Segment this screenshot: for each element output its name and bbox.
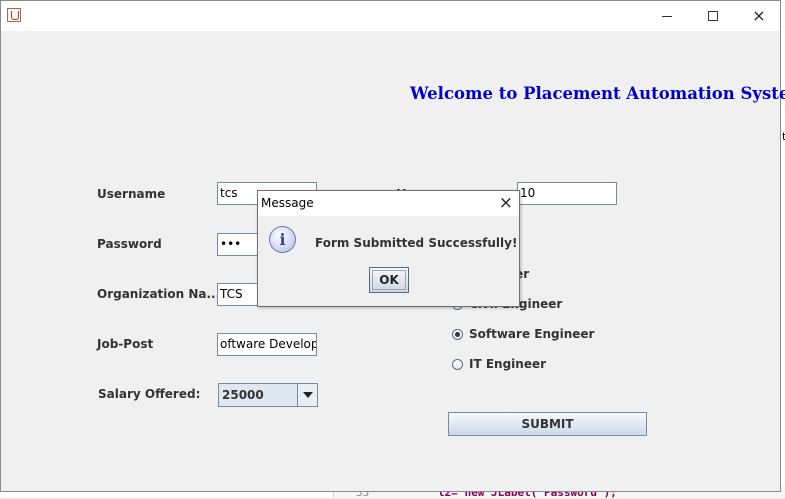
radio-button[interactable] bbox=[452, 358, 463, 370]
title-bar: × bbox=[1, 1, 780, 31]
chevron-down-icon[interactable] bbox=[297, 384, 317, 406]
salary-selected-value: 25000 bbox=[219, 384, 297, 406]
radio-button-selected[interactable] bbox=[452, 328, 463, 340]
radio-it-engineer[interactable]: IT Engineer bbox=[452, 357, 546, 371]
username-label: Username bbox=[97, 187, 166, 201]
minimize-icon bbox=[662, 15, 672, 17]
dialog-title-bar: Message × bbox=[258, 191, 519, 216]
minimize-button[interactable] bbox=[644, 1, 690, 31]
java-app-icon bbox=[7, 8, 21, 22]
radio-label: IT Engineer bbox=[469, 357, 547, 371]
submit-button[interactable]: SUBMIT bbox=[448, 412, 647, 436]
salary-dropdown[interactable]: 25000 bbox=[218, 383, 318, 407]
dialog-title: Message bbox=[261, 196, 314, 210]
jobpost-label: Job-Post bbox=[97, 337, 154, 351]
right-column-field[interactable]: 10 bbox=[517, 182, 617, 205]
password-label: Password bbox=[97, 237, 162, 251]
dialog-close-icon[interactable]: × bbox=[499, 193, 513, 213]
organization-label: Organization Na... bbox=[97, 287, 221, 301]
page-title: Welcome to Placement Automation System! bbox=[410, 84, 785, 103]
maximize-button[interactable] bbox=[690, 1, 736, 31]
radio-label: Software Engineer bbox=[469, 327, 595, 341]
jobpost-field[interactable]: oftware Developer bbox=[217, 333, 317, 356]
ok-button[interactable]: OK bbox=[369, 267, 409, 293]
info-icon: i bbox=[269, 226, 296, 253]
close-icon: × bbox=[752, 6, 766, 25]
message-dialog: Message × i Form Submitted Successfully!… bbox=[257, 190, 520, 307]
dialog-message: Form Submitted Successfully! bbox=[315, 236, 518, 250]
radio-software-engineer[interactable]: Software Engineer bbox=[452, 327, 594, 341]
close-button[interactable]: × bbox=[736, 1, 782, 31]
maximize-icon bbox=[708, 11, 718, 21]
salary-label: Salary Offered: bbox=[98, 387, 201, 401]
